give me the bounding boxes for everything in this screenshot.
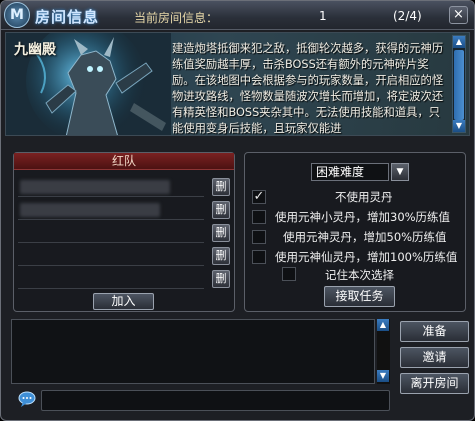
accept-task-button[interactable]: 接取任务 (324, 286, 395, 307)
window-title: 房间信息 (35, 8, 100, 26)
red-team-panel: 红队 删 删 删 删 删 加入 (13, 152, 235, 312)
scroll-down-arrow-icon[interactable]: ▼ (453, 120, 465, 132)
chat-input[interactable] (41, 390, 390, 411)
invite-button[interactable]: 邀请 (400, 347, 469, 368)
task-options-panel: 困难难度 ▼ ✓ 不使用灵丹 使用元神小灵丹，增加30%历练值 使用元神灵丹，增… (244, 152, 466, 312)
kick-button[interactable]: 删 (212, 247, 230, 265)
ready-button[interactable]: 准备 (400, 321, 469, 342)
option-label: 使用元神灵丹，增加50%历练值 (283, 230, 447, 244)
scroll-up-arrow-icon[interactable]: ▲ (453, 36, 465, 48)
option-label: 使用元神小灵丹，增加30%历练值 (275, 210, 451, 224)
team-slot (18, 247, 204, 266)
remember-choice-label: 记住本次选择 (325, 268, 394, 282)
room-info-window: M 房间信息 当前房间信息： 1 (2/4) × 九幽殿 建造炮塔抵御来犯之敌，… (0, 0, 475, 421)
team-slot (18, 178, 204, 197)
shield-emblem-icon: M (4, 2, 30, 28)
speech-bubble-icon[interactable] (18, 390, 36, 408)
scroll-thumb[interactable] (454, 50, 464, 120)
room-info-label: 当前房间信息： (134, 11, 219, 25)
scroll-down-arrow-icon[interactable]: ▼ (377, 370, 389, 382)
boss-banner: 九幽殿 建造炮塔抵御来犯之敌，抵御轮次越多，获得的元神历练值奖励越丰厚，击杀BO… (5, 32, 470, 136)
difficulty-select[interactable]: 困难难度 (311, 163, 389, 181)
remember-choice-checkbox[interactable] (282, 267, 296, 281)
kick-button[interactable]: 删 (212, 270, 230, 288)
join-team-button[interactable]: 加入 (93, 293, 154, 310)
checkbox-no-pill[interactable]: ✓ (252, 190, 266, 204)
boss-description: 建造炮塔抵御来犯之敌，抵御轮次越多，获得的元神历练值奖励越丰厚，击杀BOSS还有… (172, 42, 444, 135)
boss-name: 九幽殿 (14, 42, 56, 58)
checkbox-small-pill[interactable] (252, 210, 266, 224)
option-label: 不使用灵丹 (335, 190, 393, 204)
close-icon: × (453, 7, 464, 22)
leave-room-button[interactable]: 离开房间 (400, 373, 469, 394)
option-label: 使用元神仙灵丹，增加100%历练值 (275, 250, 458, 264)
chevron-down-icon[interactable]: ▼ (391, 163, 409, 181)
kick-button[interactable]: 删 (212, 224, 230, 242)
scroll-up-arrow-icon[interactable]: ▲ (377, 319, 389, 331)
player-name-redacted (20, 203, 160, 217)
description-scrollbar[interactable]: ▲ ▼ (452, 35, 466, 133)
checkbox-pill[interactable] (252, 230, 266, 244)
title-bar[interactable]: M 房间信息 当前房间信息： 1 (2/4) × (1, 1, 474, 30)
kick-button[interactable]: 删 (212, 178, 230, 196)
team-header: 红队 (14, 153, 234, 170)
team-slot (18, 201, 204, 220)
team-slot (18, 224, 204, 243)
room-player-count: (2/4) (393, 9, 422, 23)
team-slot (18, 270, 204, 289)
close-button[interactable]: × (449, 6, 468, 24)
player-name-redacted (20, 180, 170, 194)
checkbox-immortal-pill[interactable] (252, 250, 266, 264)
kick-button[interactable]: 删 (212, 201, 230, 219)
chat-scrollbar[interactable]: ▲ ▼ (377, 319, 390, 384)
chat-log[interactable] (11, 319, 375, 384)
room-number: 1 (319, 9, 327, 23)
